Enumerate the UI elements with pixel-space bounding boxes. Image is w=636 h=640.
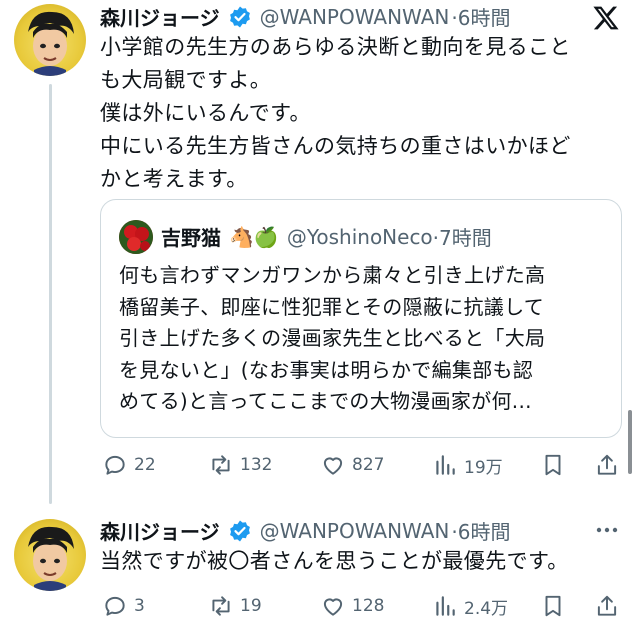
timestamp[interactable]: ·6時間 (451, 516, 510, 545)
quoted-line: 何も言わずマンガワンから粛々と引き上げた高 (119, 263, 546, 287)
like-button[interactable]: 128 (320, 593, 384, 619)
views-chart-icon (436, 596, 455, 616)
like-count: 128 (352, 596, 385, 616)
reply-tweet-body: 当然ですが被〇者さんを思うことが最優先です。 (100, 549, 569, 573)
scrollbar-thumb[interactable] (628, 410, 632, 474)
tweet-line: も大局観ですよ。 (100, 68, 272, 92)
share-button[interactable] (594, 452, 620, 482)
views-chart-icon (436, 455, 455, 475)
share-icon (597, 595, 617, 616)
repost-button[interactable]: 19 (208, 593, 262, 619)
heart-icon (323, 457, 343, 475)
views-count: 2.4万 (464, 598, 509, 619)
reply-count: 22 (134, 455, 156, 475)
like-count: 827 (352, 455, 385, 475)
quoted-timestamp[interactable]: ·7時間 (433, 222, 492, 251)
views-button[interactable]: 2.4万 (432, 593, 508, 619)
repost-count: 132 (240, 455, 273, 475)
reply-tweet-header: 森川ジョージ @WANPOWANWAN ·6時間 (100, 516, 510, 545)
more-dots-icon (596, 527, 618, 533)
bookmark-button[interactable] (540, 452, 566, 482)
display-name[interactable]: 森川ジョージ (100, 2, 220, 31)
bookmark-button[interactable] (540, 593, 566, 623)
heart-icon (323, 598, 343, 616)
verified-badge-icon (229, 520, 250, 541)
quoted-line: 引き上げた多くの漫画家先生と比べると「大局 (119, 326, 546, 350)
tweet-body: 小学館の先生方のあらゆる決断と動向を見ること も大局観ですよ。 僕は外にいるんで… (100, 31, 620, 196)
share-button[interactable] (594, 593, 620, 623)
views-count: 19万 (464, 457, 503, 478)
thread-line (49, 84, 52, 504)
handle[interactable]: @WANPOWANWAN (260, 519, 450, 543)
quoted-author-avatar[interactable] (119, 220, 153, 254)
repost-icon (212, 455, 230, 475)
reply-count: 3 (134, 596, 145, 616)
bookmark-icon (545, 454, 561, 476)
quoted-tweet[interactable]: 吉野猫 🐴🍏 @YoshinoNeco ·7時間 何も言わずマンガワンから粛々と… (100, 199, 622, 438)
reply-author-avatar[interactable] (14, 519, 86, 591)
display-name[interactable]: 森川ジョージ (100, 516, 220, 545)
quoted-line: 橋留美子、即座に性犯罪とその隠蔽に抗議して (119, 294, 545, 319)
bookmark-icon (545, 595, 561, 617)
more-options-button[interactable] (594, 520, 620, 544)
quoted-handle[interactable]: @YoshinoNeco (287, 225, 433, 249)
repost-count: 19 (240, 596, 262, 616)
quoted-display-name[interactable]: 吉野猫 (161, 222, 221, 251)
views-button[interactable]: 19万 (432, 452, 503, 478)
reply-icon (105, 455, 125, 475)
reply-button[interactable]: 3 (102, 593, 145, 619)
author-avatar[interactable] (14, 4, 86, 76)
handle[interactable]: @WANPOWANWAN (260, 5, 450, 29)
like-button[interactable]: 827 (320, 452, 384, 478)
tweet-line: 僕は外にいるんです。 (100, 101, 311, 125)
tweet-line: 中にいる先生方皆さんの気持ちの重さはいかほど (100, 134, 571, 158)
quoted-body: 何も言わずマンガワンから粛々と引き上げた高 橋留美子、即座に性犯罪とその隠蔽に抗… (119, 260, 614, 418)
verified-badge-icon (229, 6, 250, 27)
tweet-header: 森川ジョージ @WANPOWANWAN ·6時間 (100, 2, 510, 31)
repost-button[interactable]: 132 (208, 452, 272, 478)
share-icon (597, 454, 617, 475)
timestamp[interactable]: ·6時間 (451, 2, 510, 31)
repost-icon (212, 596, 230, 616)
reply-icon (105, 596, 125, 616)
quoted-line: めてる)と言ってここまでの大物漫画家が何... (119, 389, 532, 413)
reply-button[interactable]: 22 (102, 452, 156, 478)
quoted-name-emoji: 🐴🍏 (229, 224, 279, 249)
tweet-line: かと考えます。 (100, 167, 248, 191)
tweet-line: 小学館の先生方のあらゆる決断と動向を見ること (100, 35, 571, 59)
quoted-line: を見ないと」(なお事実は明らかで編集部も認 (119, 357, 534, 382)
quoted-header: 吉野猫 🐴🍏 @YoshinoNeco ·7時間 (161, 222, 492, 251)
